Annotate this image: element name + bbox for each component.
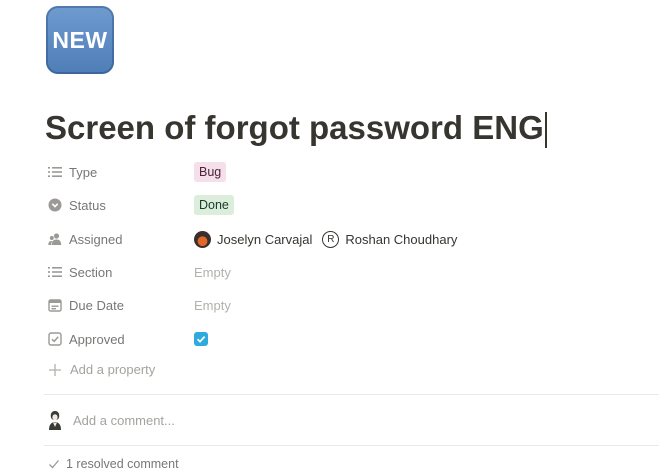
person-name: Joselyn Carvajal bbox=[217, 231, 313, 247]
list-icon bbox=[48, 267, 62, 277]
approved-checkbox[interactable] bbox=[194, 332, 208, 346]
property-row-due-date[interactable]: Due Date Empty bbox=[48, 293, 608, 317]
property-value-section[interactable]: Empty bbox=[194, 265, 231, 280]
property-name: Assigned bbox=[69, 231, 123, 247]
divider bbox=[44, 445, 659, 446]
property-label-due-date[interactable]: Due Date bbox=[48, 298, 194, 313]
user-avatar-icon bbox=[49, 411, 61, 430]
person-chip[interactable]: Joselyn Carvajal bbox=[194, 230, 313, 248]
property-label-type[interactable]: Type bbox=[48, 165, 194, 180]
type-tag[interactable]: Bug bbox=[194, 162, 227, 182]
property-label-approved[interactable]: Approved bbox=[48, 332, 194, 347]
page-title[interactable]: Screen of forgot password ENG bbox=[45, 104, 547, 152]
property-label-status[interactable]: Status bbox=[48, 198, 194, 213]
empty-value: Empty bbox=[194, 297, 231, 313]
page-title-text: Screen of forgot password ENG bbox=[45, 109, 544, 146]
checkbox-icon bbox=[48, 332, 62, 346]
property-row-assigned[interactable]: Assigned Joselyn Carvajal R Roshan Choud… bbox=[48, 227, 608, 251]
property-name: Due Date bbox=[69, 297, 124, 313]
list-icon bbox=[48, 167, 62, 177]
person-name: Roshan Choudhary bbox=[345, 231, 458, 247]
property-value-assigned[interactable]: Joselyn Carvajal R Roshan Choudhary bbox=[194, 230, 467, 248]
comment-composer[interactable]: Add a comment... bbox=[46, 410, 175, 430]
property-label-section[interactable]: Section bbox=[48, 265, 194, 280]
property-value-status[interactable]: Done bbox=[194, 195, 234, 215]
property-row-approved[interactable]: Approved bbox=[48, 327, 608, 351]
comment-input[interactable]: Add a comment... bbox=[73, 413, 175, 428]
page-icon-text: NEW bbox=[52, 26, 108, 53]
photo-avatar bbox=[194, 230, 211, 248]
people-icon bbox=[48, 233, 62, 245]
empty-value: Empty bbox=[194, 264, 231, 280]
status-circle-icon bbox=[48, 198, 62, 212]
property-value-approved[interactable] bbox=[194, 332, 208, 346]
property-value-due-date[interactable]: Empty bbox=[194, 298, 231, 313]
divider bbox=[44, 394, 659, 395]
resolved-label: 1 resolved comment bbox=[66, 457, 179, 471]
property-value-type[interactable]: Bug bbox=[194, 162, 227, 182]
page-icon-new-emoji[interactable]: NEW bbox=[46, 6, 114, 74]
property-name: Approved bbox=[69, 331, 125, 347]
property-name: Type bbox=[69, 164, 98, 180]
property-name: Section bbox=[69, 264, 113, 280]
text-cursor bbox=[544, 112, 547, 149]
property-name: Status bbox=[69, 197, 106, 213]
calendar-icon bbox=[48, 299, 62, 312]
property-row-type[interactable]: Type Bug bbox=[48, 160, 608, 184]
plus-icon bbox=[49, 363, 61, 376]
check-icon bbox=[196, 336, 206, 343]
add-property-label: Add a property bbox=[70, 362, 156, 377]
initial-avatar: R bbox=[322, 230, 340, 248]
person-chip[interactable]: R Roshan Choudhary bbox=[322, 230, 458, 248]
add-property-button[interactable]: Add a property bbox=[48, 362, 155, 377]
status-tag[interactable]: Done bbox=[194, 195, 234, 215]
property-label-assigned[interactable]: Assigned bbox=[48, 232, 194, 247]
checkmark-icon bbox=[49, 460, 59, 469]
resolved-comments-toggle[interactable]: 1 resolved comment bbox=[48, 457, 179, 471]
property-row-status[interactable]: Status Done bbox=[48, 193, 608, 217]
property-row-section[interactable]: Section Empty bbox=[48, 260, 608, 284]
